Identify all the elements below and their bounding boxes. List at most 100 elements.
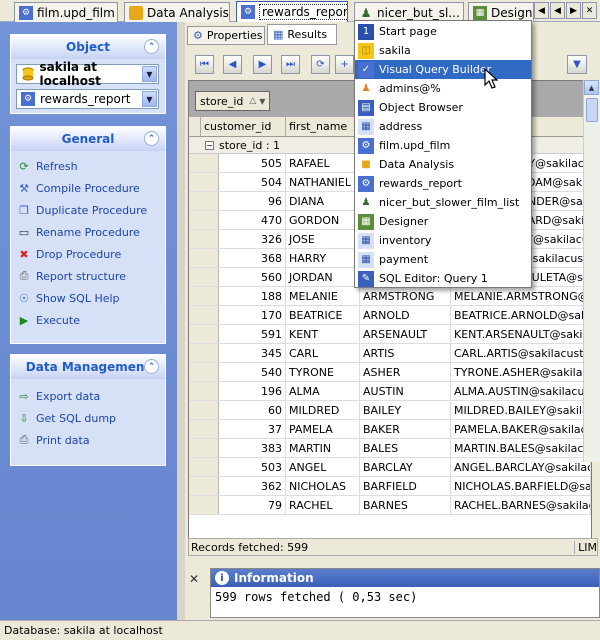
menu-item-object-browser[interactable]: ▤ Object Browser — [355, 98, 531, 117]
tab-rewards-report[interactable]: ⚙ rewards_report — [236, 1, 348, 22]
row-indicator[interactable] — [189, 287, 219, 305]
table-row[interactable]: 60 MILDRED BAILEY MILDRED.BAILEY@sakilac — [189, 401, 591, 420]
menu-item-data-analysis[interactable]: ■ Data Analysis — [355, 155, 531, 174]
table-cell[interactable]: ANGEL.BARCLAY@sakilacu — [451, 458, 591, 476]
last-record-button[interactable]: ⏭ — [281, 55, 300, 74]
data-management-header[interactable]: Data Management ⌃ — [11, 355, 165, 379]
insert-record-button[interactable]: + — [335, 55, 354, 74]
menu-item-sakila[interactable]: ◫ sakila — [355, 41, 531, 60]
table-cell[interactable]: 362 — [219, 477, 286, 495]
table-cell[interactable]: 60 — [219, 401, 286, 419]
table-cell[interactable]: RACHEL — [286, 496, 360, 514]
table-cell[interactable]: JORDAN — [286, 268, 360, 286]
table-cell[interactable]: 504 — [219, 173, 286, 191]
table-cell[interactable]: PAMELA.BAKER@sakilacu — [451, 420, 591, 438]
table-cell[interactable]: CARL — [286, 344, 360, 362]
row-indicator[interactable] — [189, 211, 219, 229]
print-data-item[interactable]: ⎙ Print data — [11, 429, 165, 451]
table-row[interactable]: 188 MELANIE ARMSTRONG MELANIE.ARMSTRONG@s — [189, 287, 591, 306]
table-row[interactable]: 79 RACHEL BARNES RACHEL.BARNES@sakilacu — [189, 496, 591, 515]
table-cell[interactable]: MARTIN.BALES@sakilacus — [451, 439, 591, 457]
table-cell[interactable]: 79 — [219, 496, 286, 514]
menu-item-film-upd-film[interactable]: ⚙ film.upd_film — [355, 136, 531, 155]
vertical-scrollbar[interactable]: ▲ — [583, 80, 600, 462]
table-cell[interactable]: MELANIE.ARMSTRONG@s — [451, 287, 591, 305]
table-cell[interactable]: BARCLAY — [360, 458, 451, 476]
table-cell[interactable]: 540 — [219, 363, 286, 381]
table-row[interactable]: 503 ANGEL BARCLAY ANGEL.BARCLAY@sakilacu — [189, 458, 591, 477]
scroll-up-button[interactable]: ▲ — [584, 80, 599, 95]
chevron-down-icon[interactable]: ▼ — [567, 55, 587, 74]
row-indicator[interactable] — [189, 268, 219, 286]
row-indicator[interactable] — [189, 477, 219, 495]
tab-scroll-left-button-2[interactable]: ◀ — [550, 2, 565, 19]
table-cell[interactable]: ALMA — [286, 382, 360, 400]
menu-item-inventory[interactable]: ▦ inventory — [355, 231, 531, 250]
panel-splitter[interactable] — [177, 22, 185, 620]
table-cell[interactable]: MARTIN — [286, 439, 360, 457]
export-data-item[interactable]: ⇨ Export data — [11, 385, 165, 407]
row-indicator[interactable] — [189, 154, 219, 172]
table-row[interactable]: 362 NICHOLAS BARFIELD NICHOLAS.BARFIELD@sa — [189, 477, 591, 496]
menu-item-sql-editor-query-1[interactable]: ✎ SQL Editor: Query 1 — [355, 269, 531, 288]
report-structure-item[interactable]: ⎙ Report structure — [11, 265, 165, 287]
table-cell[interactable]: ARNOLD — [360, 306, 451, 324]
table-cell[interactable]: 170 — [219, 306, 286, 324]
close-tab-button[interactable]: ✕ — [582, 2, 597, 19]
row-indicator[interactable] — [189, 173, 219, 191]
table-cell[interactable]: 345 — [219, 344, 286, 362]
compile-procedure-item[interactable]: ⚒ Compile Procedure — [11, 177, 165, 199]
table-cell[interactable]: DIANA — [286, 192, 360, 210]
row-indicator[interactable] — [189, 496, 219, 514]
table-cell[interactable]: ALMA.AUSTIN@sakilacus — [451, 382, 591, 400]
object-select[interactable]: ⚙ rewards_report ▼ — [16, 89, 159, 109]
scroll-thumb[interactable] — [586, 98, 598, 122]
table-cell[interactable]: 326 — [219, 230, 286, 248]
duplicate-procedure-item[interactable]: ❐ Duplicate Procedure — [11, 199, 165, 221]
table-cell[interactable]: MILDRED.BAILEY@sakilac — [451, 401, 591, 419]
first-record-button[interactable]: ⏮ — [195, 55, 214, 74]
table-cell[interactable]: 470 — [219, 211, 286, 229]
collapse-chevron-icon[interactable]: ⌃ — [144, 131, 159, 146]
table-cell[interactable]: BARNES — [360, 496, 451, 514]
row-indicator[interactable] — [189, 382, 219, 400]
table-cell[interactable]: AUSTIN — [360, 382, 451, 400]
tab-properties[interactable]: ⚙ Properties — [187, 26, 265, 45]
table-cell[interactable]: KENT.ARSENAULT@sakila — [451, 325, 591, 343]
table-cell[interactable]: CARL.ARTIS@sakilacusto — [451, 344, 591, 362]
next-record-button[interactable]: ▶ — [253, 55, 272, 74]
table-cell[interactable]: TYRONE — [286, 363, 360, 381]
tab-film-upd-film[interactable]: ⚙ film.upd_film — [14, 2, 118, 22]
tab-scroll-right-button[interactable]: ▶ — [566, 2, 581, 19]
table-row[interactable]: 196 ALMA AUSTIN ALMA.AUSTIN@sakilacus — [189, 382, 591, 401]
collapse-group-icon[interactable]: − — [205, 140, 214, 150]
menu-item-address[interactable]: ▦ address — [355, 117, 531, 136]
menu-item-nicer-but-slower-film-list[interactable]: ♟ nicer_but_slower_film_list — [355, 193, 531, 212]
table-row[interactable]: 540 TYRONE ASHER TYRONE.ASHER@sakilacu — [189, 363, 591, 382]
row-indicator[interactable] — [189, 230, 219, 248]
collapse-chevron-icon[interactable]: ⌃ — [144, 359, 159, 374]
table-cell[interactable]: NATHANIEL — [286, 173, 360, 191]
table-cell[interactable]: ARTIS — [360, 344, 451, 362]
chevron-down-icon[interactable]: ▼ — [142, 91, 157, 107]
table-cell[interactable]: 383 — [219, 439, 286, 457]
table-cell[interactable]: ANGEL — [286, 458, 360, 476]
table-cell[interactable]: HARRY — [286, 249, 360, 267]
chevron-down-icon[interactable]: ▼ — [142, 66, 157, 82]
tab-scroll-left-button[interactable]: ◀ — [534, 2, 549, 19]
rename-procedure-item[interactable]: ▭ Rename Procedure — [11, 221, 165, 243]
table-row[interactable]: 170 BEATRICE ARNOLD BEATRICE.ARNOLD@saki — [189, 306, 591, 325]
table-cell[interactable]: RAFAEL — [286, 154, 360, 172]
group-column-chip[interactable]: store_id △ ▼ — [195, 91, 271, 111]
table-cell[interactable]: PAMELA — [286, 420, 360, 438]
refresh-data-button[interactable]: ⟳ — [311, 55, 330, 74]
table-row[interactable]: 383 MARTIN BALES MARTIN.BALES@sakilacus — [189, 439, 591, 458]
table-row[interactable]: 591 KENT ARSENAULT KENT.ARSENAULT@sakila — [189, 325, 591, 344]
table-cell[interactable]: ASHER — [360, 363, 451, 381]
menu-item-visual-query-builder[interactable]: ✓ Visual Query Builder — [355, 60, 531, 79]
menu-item-rewards-report[interactable]: ⚙ rewards_report — [355, 174, 531, 193]
table-cell[interactable]: 560 — [219, 268, 286, 286]
table-cell[interactable]: NICHOLAS.BARFIELD@sa — [451, 477, 591, 495]
tab-data-analysis[interactable]: Data Analysis — [124, 2, 230, 22]
row-indicator[interactable] — [189, 458, 219, 476]
